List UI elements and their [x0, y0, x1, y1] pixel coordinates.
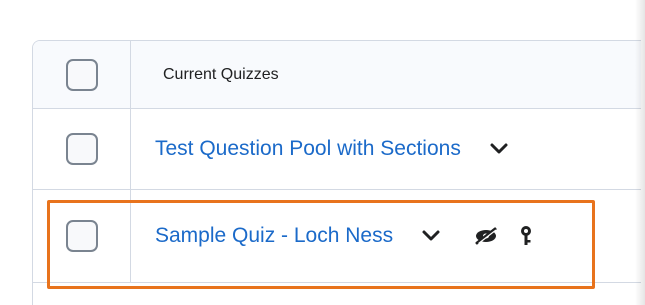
restricted-key-icon	[513, 223, 539, 249]
select-all-checkbox[interactable]	[65, 58, 98, 91]
select-cell	[33, 190, 131, 282]
table-row: Sample Quiz - Loch Ness	[33, 190, 641, 283]
select-quiz-checkbox[interactable]	[65, 133, 98, 165]
select-quiz-checkbox[interactable]	[65, 220, 98, 252]
quiz-title-link[interactable]: Test Question Pool with Sections	[155, 137, 461, 161]
select-all-cell	[33, 41, 131, 108]
edge-shadow	[635, 0, 645, 305]
table-header-row: Current Quizzes	[33, 41, 641, 109]
quiz-list-page: Current Quizzes Test Question Pool with …	[0, 0, 645, 305]
table-row: Test Question Pool with Sections	[33, 109, 641, 190]
quizzes-table: Current Quizzes Test Question Pool with …	[32, 40, 641, 305]
chevron-down-icon[interactable]	[419, 224, 443, 248]
select-cell	[33, 109, 131, 189]
header-title-cell: Current Quizzes	[131, 41, 279, 108]
quiz-title-cell: Sample Quiz - Loch Ness	[131, 190, 539, 282]
quiz-title-cell: Test Question Pool with Sections	[131, 109, 511, 189]
hidden-eye-icon	[473, 223, 499, 249]
chevron-down-icon[interactable]	[487, 137, 511, 161]
current-quizzes-header: Current Quizzes	[163, 65, 279, 83]
quiz-title-link[interactable]: Sample Quiz - Loch Ness	[155, 224, 393, 248]
